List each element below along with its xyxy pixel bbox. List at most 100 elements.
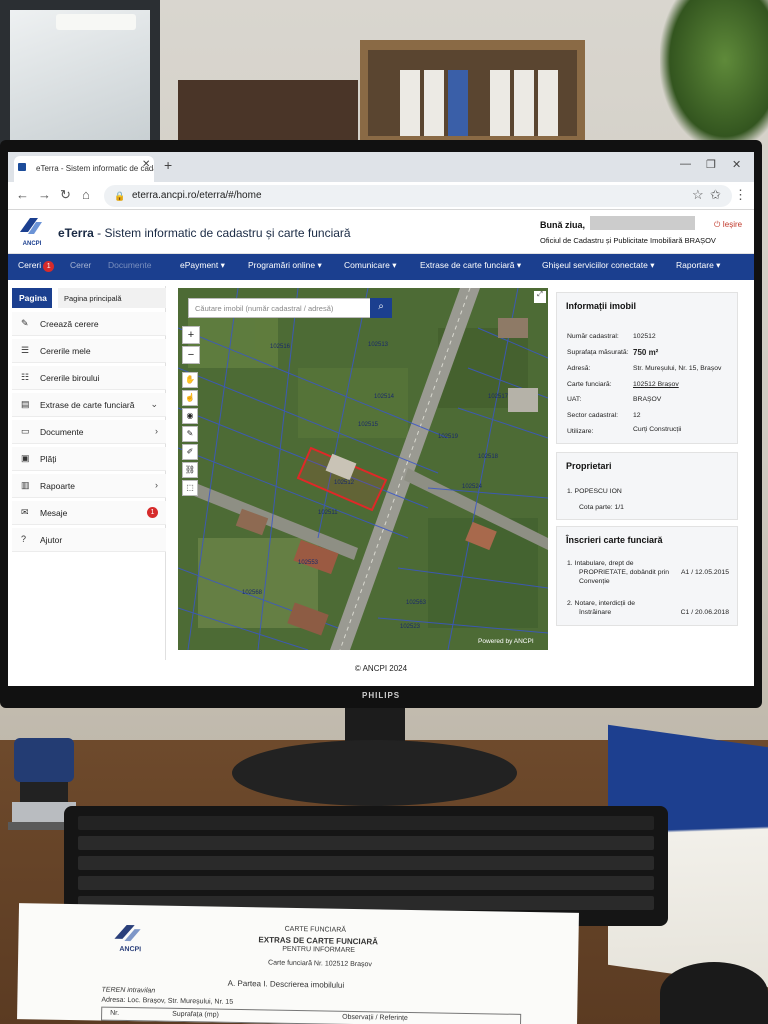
monitor-stand (232, 740, 517, 806)
menu-epayment[interactable]: ePayment ▾ (180, 260, 225, 271)
sidebar-item-label: Cererile mele (40, 346, 91, 356)
browser-tab[interactable]: eTerra - Sistem informatic de cadastru (14, 156, 154, 182)
link-icon[interactable]: ⛓ (182, 462, 198, 478)
menu-label: Cereri (18, 260, 42, 270)
page-title: eTerra - Sistem informatic de cadastru ș… (58, 226, 351, 240)
username-redacted (590, 216, 695, 230)
menu-cerer[interactable]: Cerer (70, 260, 91, 270)
fullscreen-icon[interactable]: ⤢ (534, 291, 546, 303)
doc-col-nr: Nr. (110, 1009, 120, 1017)
close-window-icon[interactable]: ✕ (732, 158, 741, 171)
carte-funciara-link[interactable]: 102512 Brașov (633, 381, 679, 388)
map-search-input[interactable]: Căutare imobil (număr cadastral / adresă… (188, 298, 372, 318)
parcel-label: 102515 (358, 422, 379, 428)
tab-pagina[interactable]: Pagina (12, 288, 52, 308)
menu-raportare[interactable]: Raportare ▾ (676, 260, 720, 271)
close-tab-icon[interactable]: ✕ (142, 159, 150, 170)
logout-label: Ieșire (722, 220, 743, 229)
sidebar-item-extrase[interactable]: ▤ Extrase de carte funciară ⌄ (12, 393, 166, 417)
keyboard-row (78, 836, 654, 850)
parcel-label: 102514 (374, 394, 395, 400)
parcel-label: 102568 (242, 590, 263, 596)
info-label: Sector cadastral: (567, 412, 618, 419)
menu-comunicare[interactable]: Comunicare ▾ (344, 260, 396, 271)
url-field[interactable]: eterra.ancpi.ro/eterra/#/home (104, 185, 732, 207)
back-icon[interactable]: ← (16, 187, 29, 202)
address-bar: ← → ↻ ⌂ eterra.ancpi.ro/eterra/#/home 🔒 … (8, 182, 754, 210)
sidebar-item-mesaje[interactable]: ✉ Mesaje 1 (12, 501, 166, 525)
minimize-icon[interactable]: — (680, 158, 691, 170)
entry-text: înstrăinare (579, 609, 612, 616)
search-icon[interactable]: ⌕ (370, 298, 392, 318)
maximize-icon[interactable]: ❐ (706, 158, 716, 171)
sidebar-item-label: Documente (40, 427, 84, 437)
keyboard-row (78, 856, 654, 870)
entries-panel: Înscrieri carte funciară 1. Intabulare, … (556, 526, 738, 626)
menu-label: Cerer (70, 260, 92, 270)
info-label: Suprafața măsurată: (567, 349, 629, 356)
app-brand: eTerra (58, 226, 94, 240)
sidebar-item-documente[interactable]: ▭ Documente › (12, 420, 166, 444)
info-label: Carte funciară: (567, 381, 612, 388)
cereri-badge: 1 (43, 261, 55, 272)
info-value: 12 (633, 412, 641, 419)
parcel-label: 102513 (368, 342, 389, 348)
mail-icon: ✉ (21, 507, 29, 517)
forward-icon[interactable]: → (38, 187, 51, 202)
doc-icon: ▤ (21, 399, 30, 409)
bookmarks-icon[interactable]: ✩ (710, 187, 721, 203)
sidebar-item-cererile-biroului[interactable]: ☷ Cererile biroului (12, 366, 166, 390)
chevron-down-icon: ⌄ (150, 399, 158, 409)
logout-link[interactable]: ⏻ Ieșire (714, 220, 742, 230)
info-value: 750 m² (633, 348, 659, 357)
logout-icon: ⏻ (714, 220, 723, 229)
chevron-right-icon: › (155, 480, 158, 490)
parcel-label: 102563 (406, 600, 427, 606)
menu-documente[interactable]: Documente (108, 260, 151, 270)
doc-table-header: Nr. Suprafața (mp) Observații / Referinț… (101, 1006, 522, 1024)
info-panel: Informații imobil Număr cadastral: 10251… (556, 292, 738, 444)
new-tab-icon[interactable]: + (164, 157, 172, 173)
info-value: Curți Construcții (633, 426, 682, 433)
menu-ghiseul[interactable]: Ghișeul serviciilor conectate ▾ (542, 260, 654, 271)
greeting: Bună ziua, (540, 220, 586, 230)
reload-icon[interactable]: ↻ (60, 187, 71, 203)
draw-pencil-icon[interactable]: ✎ (182, 426, 198, 442)
entry-text: Convenție (579, 578, 610, 585)
tab-pagina-principala[interactable]: Pagina principală (58, 288, 166, 308)
edit-layer-icon[interactable]: ⬚ (182, 480, 198, 496)
browser-menu-icon[interactable]: ⋮ (734, 187, 747, 203)
parcel-label: 102516 (270, 344, 291, 350)
sidebar-item-label: Ajutor (40, 535, 63, 545)
menu-cereri[interactable]: Cereri 1 (18, 260, 55, 272)
doc-header3: PENTRU INFORMARE (282, 945, 356, 954)
cadastral-map[interactable]: 102512 102513 102514 102515 102516 10251… (178, 288, 548, 650)
home-icon[interactable]: ⌂ (82, 187, 90, 202)
info-label: Utilizare: (567, 428, 594, 435)
bookmark-star-icon[interactable]: ☆ (692, 187, 704, 203)
parcel-label: 102518 (478, 454, 499, 460)
sidebar-item-rapoarte[interactable]: ▥ Rapoarte › (12, 474, 166, 498)
sidebar-item-plati[interactable]: ▣ Plăți (12, 447, 166, 471)
pan-hand-icon[interactable]: ✋ (182, 372, 198, 388)
menu-extrase[interactable]: Extrase de carte funciară ▾ (420, 260, 521, 271)
parcel-label: 102519 (438, 434, 459, 440)
sidebar-item-ajutor[interactable]: ? Ajutor (12, 528, 166, 552)
help-icon: ? (21, 534, 27, 544)
sidebar-item-label: Mesaje (40, 508, 68, 518)
sidebar-item-label: Rapoarte (40, 481, 75, 491)
menu-programari[interactable]: Programări online ▾ (248, 260, 322, 271)
select-hand-icon[interactable]: ☝ (182, 390, 198, 406)
list-icon: ☰ (21, 345, 30, 355)
entry-text: 1. Intabulare, drept de (567, 560, 634, 567)
entry-text: PROPRIETATE, dobândit prin (579, 569, 670, 576)
menu-label: Programări online (248, 260, 316, 270)
zoom-in-button[interactable]: + (182, 326, 200, 344)
zoom-out-button[interactable]: − (182, 346, 200, 364)
sidebar-item-creeaza-cerere[interactable]: ✎ Creează cerere (12, 312, 166, 336)
info-pin-icon[interactable]: ◉ (182, 408, 198, 424)
measure-pencil-icon[interactable]: ✐ (182, 444, 198, 460)
sidebar-item-cererile-mele[interactable]: ☰ Cererile mele (12, 339, 166, 363)
map-attribution: Powered by ANCPI (478, 638, 534, 645)
paper-logo-text: ANCPI (119, 946, 141, 953)
